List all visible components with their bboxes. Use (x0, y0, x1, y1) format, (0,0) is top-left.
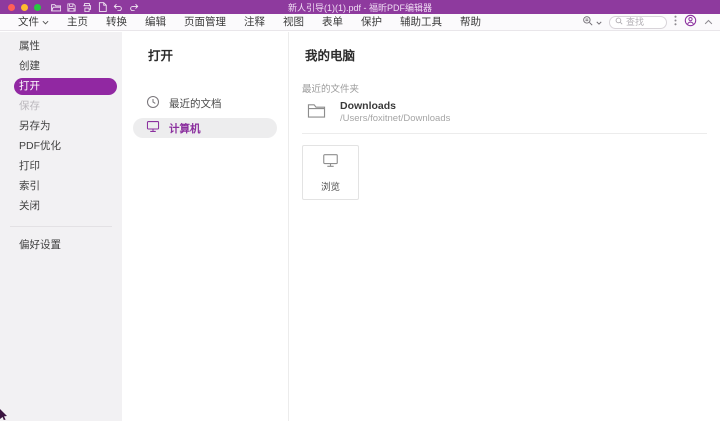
menu-page-management[interactable]: 页面管理 (175, 14, 235, 30)
sidebar-item-properties[interactable]: 属性 (0, 36, 122, 56)
list-item-label: 最近的文档 (169, 96, 222, 111)
browse-card[interactable]: 浏览 (302, 145, 359, 200)
mouse-cursor (0, 407, 8, 421)
chevron-down-icon (596, 16, 602, 28)
zoom-button[interactable] (34, 4, 41, 11)
minimize-button[interactable] (21, 4, 28, 11)
open-panel-title: 打开 (148, 45, 288, 64)
clock-icon (146, 95, 160, 112)
traffic-lights (8, 4, 41, 11)
menu-accessibility-tools[interactable]: 辅助工具 (391, 14, 451, 30)
search-icon (615, 16, 623, 28)
recent-folders-label: 最近的文件夹 (302, 81, 720, 95)
recent-folder-downloads[interactable]: Downloads /Users/foxitnet/Downloads (307, 100, 720, 125)
print-icon[interactable] (82, 3, 92, 12)
menu-form[interactable]: 表单 (313, 14, 352, 30)
sidebar-item-index[interactable]: 索引 (0, 176, 122, 196)
open-location-list: 最近的文档 计算机 (122, 93, 288, 138)
menu-comment[interactable]: 注释 (235, 14, 274, 30)
sidebar-item-print[interactable]: 打印 (0, 156, 122, 176)
quick-access-toolbar (51, 2, 139, 12)
menu-convert[interactable]: 转换 (97, 14, 136, 30)
undo-icon[interactable] (113, 3, 123, 11)
list-item-label: 计算机 (169, 121, 201, 136)
sidebar-item-close[interactable]: 关闭 (0, 196, 122, 216)
close-button[interactable] (8, 4, 15, 11)
sidebar-item-save: 保存 (0, 96, 122, 116)
browse-label: 浏览 (321, 179, 340, 193)
sidebar-item-open[interactable]: 打开 (14, 78, 117, 95)
find-options-button[interactable] (582, 15, 602, 30)
recent-folders-divider (302, 133, 707, 134)
save-icon[interactable] (67, 3, 76, 12)
account-avatar-icon[interactable] (684, 14, 697, 30)
open-folder-icon[interactable] (51, 3, 61, 12)
search-box[interactable] (609, 16, 667, 29)
search-input[interactable] (626, 17, 660, 27)
computer-icon (146, 120, 160, 136)
menu-view[interactable]: 视图 (274, 14, 313, 30)
menubar: 文件 主页 转换 编辑 页面管理 注释 视图 表单 保护 辅助工具 帮助 (0, 14, 720, 31)
kebab-menu-icon[interactable] (674, 15, 677, 29)
titlebar: 新人引导(1)(1).pdf - 福昕PDF编辑器 (0, 0, 720, 14)
folder-name: Downloads (340, 100, 450, 112)
sidebar-item-create[interactable]: 创建 (0, 56, 122, 76)
menu-home[interactable]: 主页 (58, 14, 97, 30)
menu-protect[interactable]: 保护 (352, 14, 391, 30)
sidebar-item-preferences[interactable]: 偏好设置 (0, 235, 122, 255)
open-panel: 打开 最近的文档 计算机 (122, 32, 289, 421)
new-document-icon[interactable] (98, 2, 107, 12)
chevron-down-icon (42, 14, 49, 30)
monitor-icon (322, 153, 339, 173)
computer-panel: 我的电脑 最近的文件夹 Downloads /Users/foxitnet/Do… (290, 32, 720, 421)
folder-path: /Users/foxitnet/Downloads (340, 113, 450, 125)
sidebar-divider (10, 226, 112, 227)
menu-help[interactable]: 帮助 (451, 14, 490, 30)
find-options-icon (582, 15, 594, 30)
menubar-right-tools (582, 14, 720, 30)
sidebar-item-pdf-optimize[interactable]: PDF优化 (0, 136, 122, 156)
menu-edit[interactable]: 编辑 (136, 14, 175, 30)
menu-file[interactable]: 文件 (9, 14, 58, 30)
sidebar-item-save-as[interactable]: 另存为 (0, 116, 122, 136)
computer-panel-title: 我的电脑 (305, 45, 720, 64)
redo-icon[interactable] (129, 3, 139, 11)
list-item-computer[interactable]: 计算机 (133, 118, 277, 138)
foxit-pdf-editor-window: 新人引导(1)(1).pdf - 福昕PDF编辑器 文件 主页 转换 编辑 页面… (0, 0, 720, 421)
list-item-recent-documents[interactable]: 最近的文档 (133, 93, 277, 113)
collapse-toolbar-icon[interactable] (704, 16, 713, 28)
folder-icon (307, 100, 326, 124)
backstage-sidebar: 属性 创建 打开 保存 另存为 PDF优化 打印 索引 关闭 偏好设置 (0, 32, 122, 421)
